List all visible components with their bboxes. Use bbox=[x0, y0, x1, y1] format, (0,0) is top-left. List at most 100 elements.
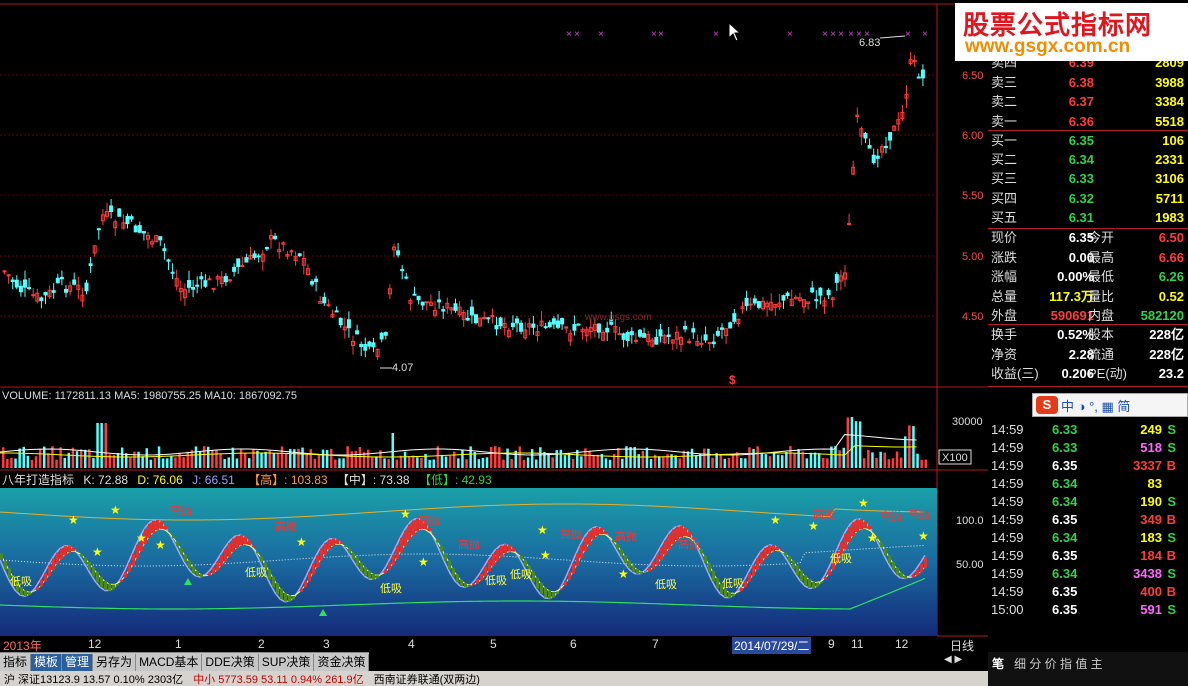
buy-row: 买二 6.34 2331 bbox=[988, 151, 1188, 169]
buy-low-label: 低吸 bbox=[722, 577, 744, 590]
candle-body bbox=[605, 327, 610, 333]
ime-status[interactable]: 中 ◑ °, ▦ 简 bbox=[1061, 396, 1130, 415]
kd-ribbon bbox=[652, 561, 655, 569]
quote-volume: 2331 bbox=[1155, 152, 1184, 168]
volume-bar bbox=[863, 458, 866, 468]
tick-volume: 3438 bbox=[1133, 566, 1162, 581]
candle-body bbox=[322, 296, 327, 304]
kd-ribbon bbox=[292, 595, 295, 600]
candle-body bbox=[195, 284, 200, 287]
volume-bar bbox=[674, 455, 677, 468]
kd-ribbon bbox=[476, 578, 479, 584]
stat-label: 外盘 bbox=[991, 308, 1018, 323]
tick-side: B bbox=[1166, 548, 1176, 563]
candle-body bbox=[572, 324, 577, 331]
right-bottom-tabs[interactable]: 笔 细 分 价 指 值 主 bbox=[988, 652, 1188, 686]
toolbar-scroll-arrows[interactable]: ◀ ▶ bbox=[944, 654, 962, 665]
tab-others[interactable]: 细 分 价 指 值 主 bbox=[1014, 655, 1103, 672]
volume-bar bbox=[822, 457, 825, 468]
volume-bar bbox=[63, 457, 66, 468]
volume-bar bbox=[133, 451, 136, 468]
volume-bar bbox=[879, 451, 882, 468]
candle-body bbox=[666, 334, 671, 337]
kd-ribbon bbox=[624, 555, 627, 563]
indicator-low: 【低】: 42.93 bbox=[418, 473, 492, 487]
stock-terminal-window: 6.50 6.00 5.50 5.00 4.50 × × × × × × × × × × × × × × × 6.8… bbox=[0, 0, 1188, 686]
kd-ribbon bbox=[488, 559, 491, 572]
volume-bar bbox=[662, 456, 665, 468]
ime-toolbar[interactable]: S 中 ◑ °, ▦ 简 bbox=[1032, 393, 1188, 417]
kd-ribbon bbox=[448, 560, 451, 570]
volume-bar bbox=[678, 458, 681, 468]
candle-body bbox=[597, 323, 601, 333]
volume-bar bbox=[633, 446, 636, 468]
quote-price: 6.34 bbox=[1068, 152, 1094, 168]
toolbar-button[interactable]: SUP决策 bbox=[259, 653, 315, 671]
volume-bar bbox=[764, 454, 768, 468]
candle-body bbox=[818, 287, 823, 296]
candle-body bbox=[396, 250, 401, 256]
sell-row: 卖二 6.37 3384 bbox=[988, 93, 1188, 111]
volume-bar bbox=[768, 456, 772, 468]
volume-bar bbox=[166, 458, 169, 468]
candle-body bbox=[469, 306, 474, 316]
volume-bar bbox=[731, 455, 735, 468]
kd-ribbon bbox=[376, 575, 379, 579]
volume-bar bbox=[567, 453, 571, 468]
high-price-label: 6.83 bbox=[859, 37, 880, 49]
volume-bar bbox=[59, 447, 62, 468]
sogou-icon[interactable]: S bbox=[1036, 396, 1058, 414]
status-connection: 西南证券联通(双两边) bbox=[373, 673, 480, 686]
tick-time: 15:00 bbox=[991, 602, 1024, 617]
kd-ribbon bbox=[28, 592, 31, 596]
candle-body bbox=[642, 333, 647, 338]
volume-bar bbox=[116, 452, 120, 468]
price-tick: 5.50 bbox=[962, 190, 983, 202]
volume-bar bbox=[580, 456, 583, 468]
kd-ribbon bbox=[60, 548, 63, 560]
kd-ribbon bbox=[724, 588, 727, 598]
chart-area[interactable]: 6.506.005.505.004.50 × × × × × × × × × × × × × × × 6.8… bbox=[0, 0, 988, 652]
volume-bar bbox=[621, 458, 624, 468]
tick-volume: 349 bbox=[1140, 512, 1162, 527]
candle-body bbox=[72, 279, 77, 285]
kd-ribbon bbox=[180, 547, 183, 555]
kd-ribbon bbox=[56, 552, 59, 565]
toolbar-button[interactable]: 管理 bbox=[62, 653, 94, 671]
kd-ribbon bbox=[208, 572, 211, 576]
volume-unit: X100 bbox=[942, 452, 968, 464]
volume-bar bbox=[719, 454, 722, 468]
tab-bi[interactable]: 笔 bbox=[992, 655, 1004, 672]
indicator-title-row: 八年打造指标 K: 72.88 D: 76.06 J: 66.51 【高】: 1… bbox=[2, 471, 492, 488]
candle-body bbox=[404, 276, 409, 279]
kd-ribbon bbox=[892, 561, 895, 570]
kd-ribbon bbox=[20, 587, 23, 595]
candle-body bbox=[888, 132, 893, 141]
sell-high-label: 高抛 bbox=[678, 537, 700, 551]
toolbar-button[interactable]: 模板 bbox=[31, 653, 63, 671]
candle-body bbox=[264, 246, 269, 250]
toolbar-button[interactable]: 另存为 bbox=[93, 653, 137, 671]
dollar-marker: $ bbox=[729, 373, 736, 387]
tick-time: 14:59 bbox=[991, 512, 1024, 527]
candle-body bbox=[720, 327, 724, 330]
volume-bar bbox=[641, 450, 645, 468]
toolbar-button[interactable]: 资金决策 bbox=[314, 653, 370, 671]
star-icon: ★ bbox=[537, 523, 548, 537]
candle-body bbox=[728, 322, 733, 329]
price-tick: 6.50 bbox=[962, 70, 983, 82]
stat-label: 净资 bbox=[991, 346, 1018, 362]
period-label[interactable]: 日线 bbox=[950, 637, 974, 654]
volume-bar bbox=[297, 448, 300, 468]
candle-body bbox=[359, 343, 364, 348]
indicator-name[interactable]: 八年打造指标 bbox=[2, 473, 74, 487]
toolbar-button[interactable]: DDE决策 bbox=[202, 653, 259, 671]
kd-ribbon bbox=[252, 546, 255, 548]
volume-bar bbox=[313, 458, 317, 468]
toolbar-button[interactable]: MACD基本 bbox=[136, 653, 203, 671]
kd-ribbon bbox=[880, 542, 883, 548]
kd-ribbon bbox=[336, 539, 339, 545]
kd-ribbon bbox=[632, 565, 635, 572]
stat-label2: 最高 bbox=[1088, 249, 1115, 265]
toolbar-button[interactable]: 指标 bbox=[0, 653, 32, 671]
